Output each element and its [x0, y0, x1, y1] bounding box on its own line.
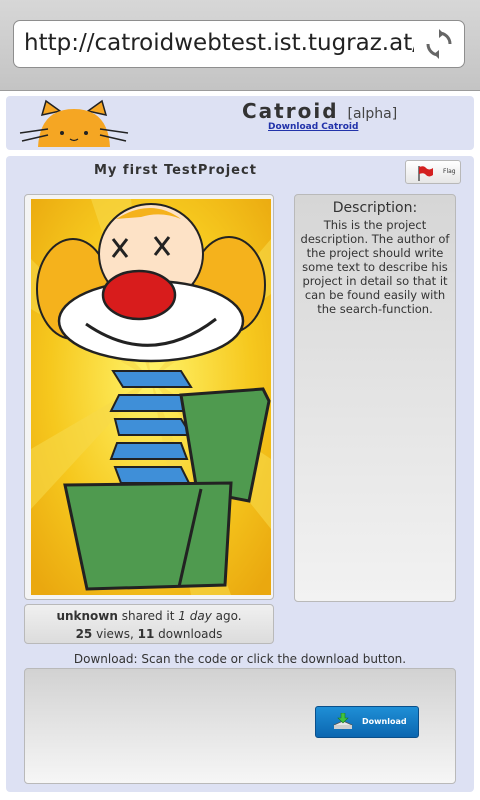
project-stats: unknown shared it 1 day ago. 25 views, 1… — [24, 604, 274, 644]
downloads-label: downloads — [154, 627, 223, 641]
shared-line: unknown shared it 1 day ago. — [25, 607, 273, 625]
view-count: 25 — [75, 627, 93, 641]
project-thumbnail[interactable] — [31, 199, 271, 595]
project-title: My first TestProject — [94, 163, 257, 178]
ago-text: ago. — [211, 609, 242, 623]
url-field[interactable]: http://catroidwebtest.ist.tugraz.at/... — [13, 20, 465, 68]
project-panel: My first TestProject Flag unknown shared… — [6, 156, 474, 792]
download-button[interactable]: Download — [315, 706, 419, 738]
download-count: 11 — [137, 627, 155, 641]
site-header: Catroid [alpha] Download Catroid — [6, 96, 474, 150]
project-thumbnail-frame — [24, 194, 274, 600]
shared-text: shared it — [117, 609, 179, 623]
site-title: Catroid [alpha] — [242, 99, 397, 123]
counts-line: 25 views, 11 downloads — [25, 625, 273, 643]
download-catroid-link[interactable]: Download Catroid — [268, 122, 358, 132]
catroid-cat-logo[interactable] — [18, 99, 130, 147]
views-label: views, — [92, 627, 138, 641]
flag-button[interactable]: Flag — [405, 160, 461, 184]
description-box: Description: This is the project descrip… — [294, 194, 456, 602]
url-text[interactable]: http://catroidwebtest.ist.tugraz.at/... — [24, 30, 414, 60]
shared-time: 1 day — [178, 609, 212, 623]
download-icon — [333, 713, 353, 730]
download-instruction: Download: Scan the code or click the dow… — [24, 652, 456, 668]
reload-icon[interactable] — [424, 29, 454, 59]
download-box: Download — [24, 668, 456, 784]
flag-icon — [418, 166, 433, 181]
project-owner: unknown — [56, 609, 118, 623]
browser-url-bar: http://catroidwebtest.ist.tugraz.at/... — [0, 0, 480, 91]
site-title-text: Catroid — [242, 99, 339, 123]
download-button-label: Download — [362, 717, 407, 726]
description-title: Description: — [332, 200, 418, 216]
description-text: This is the project description. The aut… — [300, 218, 450, 316]
flag-label: Flag — [443, 168, 456, 175]
alpha-tag: [alpha] — [347, 106, 398, 122]
